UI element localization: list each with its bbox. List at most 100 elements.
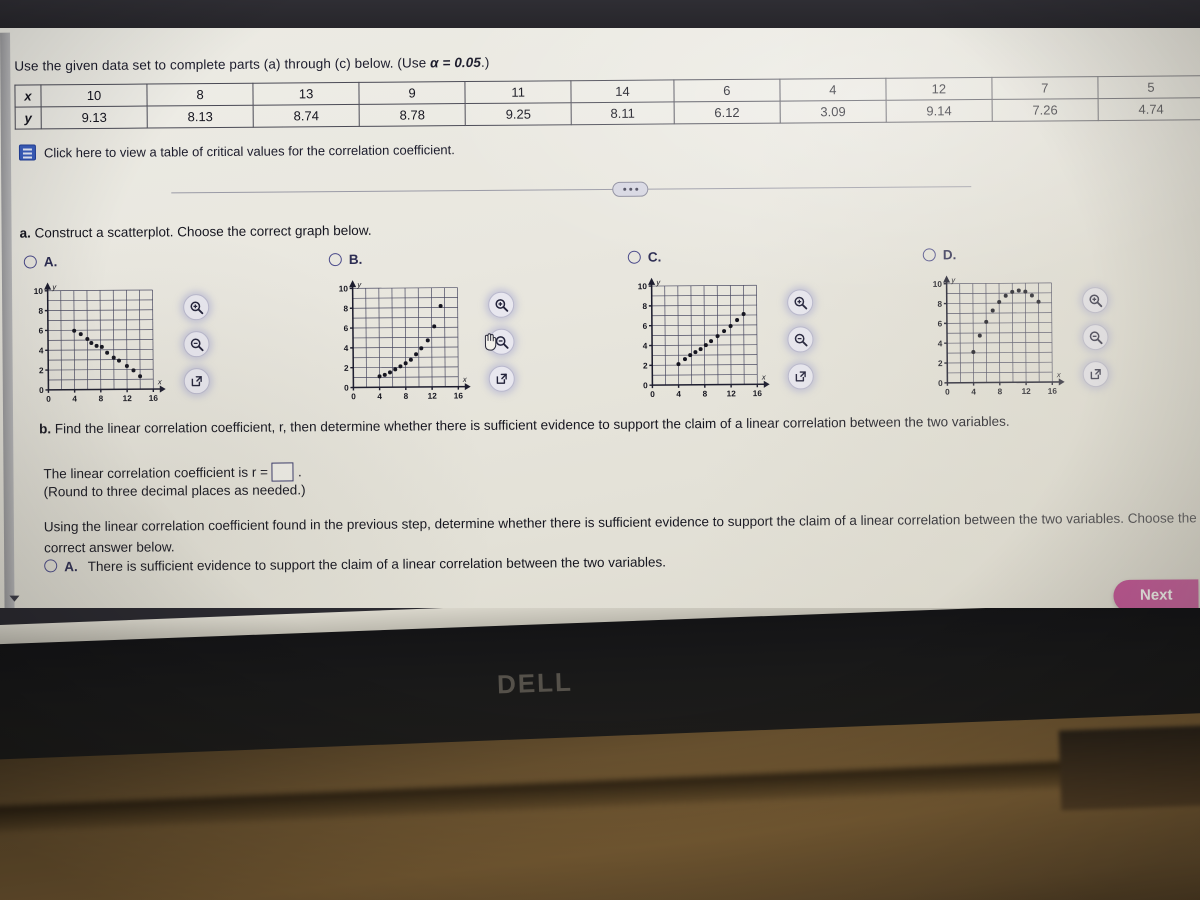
graph-option-B-icon-group	[484, 278, 515, 410]
zoom-out-icon-button-B[interactable]	[484, 328, 515, 355]
svg-text:16: 16	[149, 394, 159, 403]
table-cell: 4.74	[1097, 97, 1200, 121]
svg-text:10: 10	[34, 287, 44, 296]
table-cell: 11	[465, 80, 572, 104]
graph-option-B[interactable]: B. 0 2 4 6 8 10 0 4 8 12 16 y x	[328, 251, 515, 412]
expand-icon-button-C[interactable]	[787, 363, 814, 390]
zoom-in-icon-button-C[interactable]	[787, 289, 814, 316]
graph-option-A-header[interactable]: A.	[23, 253, 209, 270]
graph-option-C[interactable]: C. 0 2 4 6 8 10 0 4 8 12 16 y x	[627, 248, 814, 409]
svg-text:2: 2	[643, 361, 648, 370]
scatterplot-option-B[interactable]: 0 2 4 6 8 10 0 4 8 12 16 y x	[329, 278, 481, 411]
scatterplot-option-A[interactable]: 0 2 4 6 8 10 0 4 8 12 16 y x	[24, 280, 176, 413]
svg-text:x: x	[1056, 370, 1062, 379]
graph-option-D-radio[interactable]	[922, 248, 936, 262]
graph-option-D[interactable]: D. 0 2 4 6 8 10 0 4 8 12 16 y x	[922, 246, 1109, 407]
svg-text:y: y	[51, 283, 57, 292]
svg-text:6: 6	[643, 322, 648, 331]
svg-text:12: 12	[1022, 387, 1032, 396]
expand-icon	[496, 373, 507, 384]
graph-option-A-icon-group	[183, 280, 210, 412]
scroll-down-arrow-icon[interactable]	[9, 595, 20, 602]
graph-option-C-header[interactable]: C.	[627, 248, 813, 265]
expand-icon	[191, 376, 202, 387]
expand-icon-button-A[interactable]	[183, 368, 210, 395]
expand-icon	[795, 371, 806, 382]
zoom-in-icon	[793, 296, 807, 309]
scatterplot-option-C[interactable]: 0 2 4 6 8 10 0 4 8 12 16 y x	[628, 276, 780, 409]
expand-icon-button-B[interactable]	[488, 365, 515, 392]
svg-text:0: 0	[344, 384, 349, 393]
critical-values-link[interactable]: Click here to view a table of critical v…	[18, 141, 455, 161]
svg-text:8: 8	[642, 302, 647, 311]
table-cell: 5	[1097, 75, 1200, 99]
svg-text:4: 4	[971, 387, 976, 396]
graph-option-C-radio[interactable]	[627, 250, 641, 264]
more-options-button[interactable]	[612, 181, 649, 197]
table-cell: 9.25	[465, 102, 572, 126]
ellipsis-dot	[622, 187, 626, 191]
scatterplot-option-D[interactable]: 0 2 4 6 8 10 0 4 8 12 16 y x	[923, 273, 1075, 406]
svg-text:10: 10	[339, 284, 349, 293]
svg-text:16: 16	[454, 391, 464, 400]
graph-option-C-plot-area: 0 2 4 6 8 10 0 4 8 12 16 y x	[628, 275, 814, 409]
zoom-in-icon-button-B[interactable]	[488, 291, 515, 318]
table-cell: 8	[146, 83, 254, 107]
zoom-out-icon-button-D[interactable]	[1082, 324, 1109, 351]
answer-option-a-letter: A.	[64, 559, 78, 575]
svg-text:y: y	[356, 280, 362, 289]
svg-text:12: 12	[123, 394, 133, 403]
exercise-page: Use the given data set to complete parts…	[0, 28, 1200, 608]
table-cell: 4	[779, 78, 886, 102]
data-table: x 10 8 13 9 11 14 6 4 12 7 5 y 9.13 8.13 8.74 8.78 9.25 8.…	[14, 75, 1200, 130]
zoom-out-icon-button-A[interactable]	[183, 331, 210, 358]
svg-text:0: 0	[46, 395, 51, 404]
zoom-out-icon-button-C[interactable]	[787, 326, 814, 353]
r-answer-suffix: .	[297, 464, 302, 480]
next-button[interactable]: Next	[1113, 579, 1199, 608]
svg-text:y: y	[655, 278, 661, 287]
svg-text:y: y	[950, 275, 956, 284]
answer-option-a-radio[interactable]	[44, 559, 58, 573]
graph-option-A-letter: A.	[43, 254, 58, 270]
laptop-bezel-and-desk	[0, 608, 1200, 900]
svg-text:8: 8	[38, 307, 43, 316]
svg-text:16: 16	[1048, 387, 1058, 396]
graph-option-D-icon-group	[1082, 273, 1109, 405]
svg-text:0: 0	[945, 388, 950, 397]
svg-text:x: x	[761, 373, 767, 382]
table-cell: 7	[991, 76, 1098, 100]
part-b-label: b.	[39, 421, 52, 437]
laptop-hinge-shadow	[1058, 721, 1200, 811]
graph-option-B-header[interactable]: B.	[328, 251, 514, 267]
prompt-alpha: α = 0.05	[430, 54, 482, 71]
svg-text:6: 6	[39, 327, 44, 336]
ellipsis-dot	[634, 187, 638, 191]
graph-option-A[interactable]: A. 0 2 4 6 8 10 0 4 8 12 16 y x	[23, 253, 210, 414]
zoom-in-icon	[495, 298, 508, 312]
svg-text:2: 2	[344, 364, 349, 373]
table-row-header: y	[15, 106, 42, 130]
table-cell: 6.12	[673, 101, 781, 124]
svg-text:4: 4	[377, 392, 382, 401]
table-cell: 7.26	[991, 98, 1099, 122]
svg-text:16: 16	[753, 389, 763, 398]
graph-option-D-header[interactable]: D.	[922, 246, 1108, 263]
graph-option-B-letter: B.	[348, 251, 363, 267]
svg-text:4: 4	[938, 339, 943, 348]
part-a-label: a.	[19, 225, 31, 241]
r-answer-row: The linear correlation coefficient is r …	[43, 462, 302, 483]
graph-option-B-radio[interactable]	[328, 253, 342, 267]
svg-text:0: 0	[643, 381, 648, 390]
r-value-input[interactable]	[271, 462, 295, 482]
expand-icon-button-D[interactable]	[1082, 361, 1109, 388]
page-scrollbar[interactable]	[0, 32, 15, 608]
part-b-instruction: b. Find the linear correlation coefficie…	[39, 410, 1199, 439]
part-a-instruction: a. Construct a scatterplot. Choose the c…	[20, 223, 372, 241]
table-cell: 8.74	[253, 104, 360, 128]
svg-text:0: 0	[938, 379, 943, 388]
zoom-in-icon-button-D[interactable]	[1082, 287, 1109, 314]
graph-option-A-radio[interactable]	[23, 255, 37, 269]
graph-option-D-letter: D.	[942, 247, 957, 263]
zoom-in-icon-button-A[interactable]	[183, 294, 210, 321]
